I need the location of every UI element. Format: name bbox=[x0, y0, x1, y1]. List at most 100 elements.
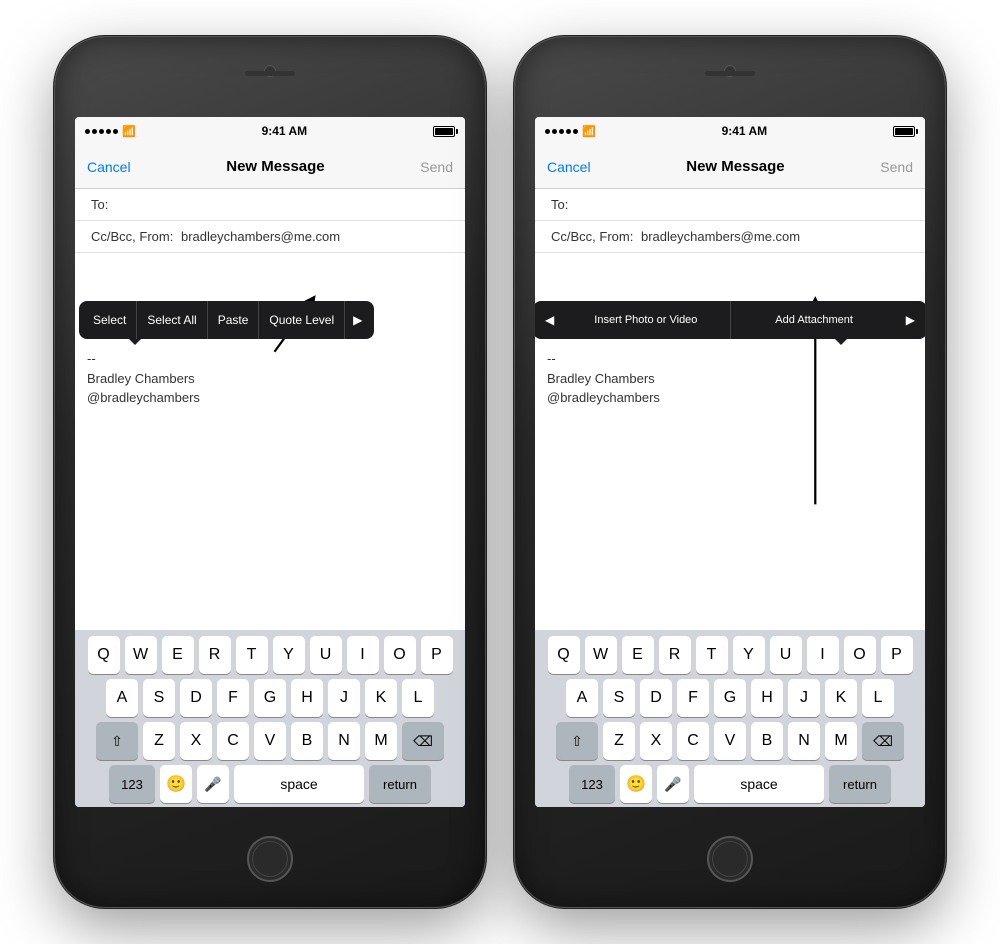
key-space2[interactable]: space bbox=[694, 765, 824, 803]
key-123-2[interactable]: 123 bbox=[569, 765, 615, 803]
key-emoji[interactable]: 🙂 bbox=[160, 765, 192, 803]
key-j2[interactable]: J bbox=[788, 679, 820, 717]
key-j[interactable]: J bbox=[328, 679, 360, 717]
cancel-button-2[interactable]: Cancel bbox=[547, 159, 591, 175]
key-v[interactable]: V bbox=[254, 722, 286, 760]
menu-arrow-right-btn[interactable]: ▶ bbox=[898, 301, 923, 339]
key-d2[interactable]: D bbox=[640, 679, 672, 717]
key-shift[interactable]: ⇧ bbox=[96, 722, 138, 760]
paste-btn[interactable]: Paste bbox=[208, 301, 260, 339]
to-label-2: To: bbox=[551, 197, 568, 212]
key-y[interactable]: Y bbox=[273, 636, 305, 674]
key-v2[interactable]: V bbox=[714, 722, 746, 760]
key-mic2[interactable]: 🎤 bbox=[657, 765, 689, 803]
key-c[interactable]: C bbox=[217, 722, 249, 760]
key-c2[interactable]: C bbox=[677, 722, 709, 760]
key-z2[interactable]: Z bbox=[603, 722, 635, 760]
key-u2[interactable]: U bbox=[770, 636, 802, 674]
key-o2[interactable]: O bbox=[844, 636, 876, 674]
signature-1: -- Bradley Chambers @bradleychambers bbox=[87, 349, 453, 408]
key-a[interactable]: A bbox=[106, 679, 138, 717]
key-return2[interactable]: return bbox=[829, 765, 891, 803]
key-space[interactable]: space bbox=[234, 765, 364, 803]
key-f2[interactable]: F bbox=[677, 679, 709, 717]
add-attachment-btn[interactable]: Add Attachment bbox=[731, 301, 898, 339]
key-row-1: Q W E R T Y U I O P bbox=[79, 636, 461, 674]
key-q2[interactable]: Q bbox=[548, 636, 580, 674]
compose-area-2[interactable]: ◀ Insert Photo or Video Add Attachment ▶… bbox=[535, 253, 925, 630]
key-x2[interactable]: X bbox=[640, 722, 672, 760]
key-k2[interactable]: K bbox=[825, 679, 857, 717]
insert-photo-btn[interactable]: Insert Photo or Video bbox=[562, 301, 730, 339]
key-s[interactable]: S bbox=[143, 679, 175, 717]
key-m2[interactable]: M bbox=[825, 722, 857, 760]
key-n[interactable]: N bbox=[328, 722, 360, 760]
key-s2[interactable]: S bbox=[603, 679, 635, 717]
key-f[interactable]: F bbox=[217, 679, 249, 717]
compose-area-1[interactable]: Select Select All Paste Quote Level ▶ --… bbox=[75, 253, 465, 630]
sig-dash-2: -- bbox=[547, 349, 913, 369]
key-x[interactable]: X bbox=[180, 722, 212, 760]
key-a2[interactable]: A bbox=[566, 679, 598, 717]
menu-arrow-btn[interactable]: ▶ bbox=[345, 301, 370, 339]
key-w2[interactable]: W bbox=[585, 636, 617, 674]
key-w[interactable]: W bbox=[125, 636, 157, 674]
key-return[interactable]: return bbox=[369, 765, 431, 803]
key-o[interactable]: O bbox=[384, 636, 416, 674]
key-n2[interactable]: N bbox=[788, 722, 820, 760]
key-e2[interactable]: E bbox=[622, 636, 654, 674]
quote-level-btn[interactable]: Quote Level bbox=[259, 301, 345, 339]
key-z[interactable]: Z bbox=[143, 722, 175, 760]
home-button-2[interactable] bbox=[707, 836, 753, 882]
from-row-2[interactable]: Cc/Bcc, From: bradleychambers@me.com bbox=[535, 221, 925, 253]
key-emoji2[interactable]: 🙂 bbox=[620, 765, 652, 803]
key-e[interactable]: E bbox=[162, 636, 194, 674]
key-r[interactable]: R bbox=[199, 636, 231, 674]
key-l[interactable]: L bbox=[402, 679, 434, 717]
key-d[interactable]: D bbox=[180, 679, 212, 717]
to-row-1[interactable]: To: bbox=[75, 189, 465, 221]
key-mic[interactable]: 🎤 bbox=[197, 765, 229, 803]
key-i2[interactable]: I bbox=[807, 636, 839, 674]
key-t2[interactable]: T bbox=[696, 636, 728, 674]
key-g2[interactable]: G bbox=[714, 679, 746, 717]
battery-1 bbox=[433, 126, 455, 137]
key-b2[interactable]: B bbox=[751, 722, 783, 760]
key-g[interactable]: G bbox=[254, 679, 286, 717]
key-t[interactable]: T bbox=[236, 636, 268, 674]
wifi-icon-1: 📶 bbox=[122, 125, 136, 138]
send-button-1[interactable]: Send bbox=[420, 159, 453, 175]
key-delete[interactable]: ⌫ bbox=[402, 722, 444, 760]
cancel-button-1[interactable]: Cancel bbox=[87, 159, 131, 175]
select-btn[interactable]: Select bbox=[83, 301, 137, 339]
home-button-1[interactable] bbox=[247, 836, 293, 882]
key-m[interactable]: M bbox=[365, 722, 397, 760]
key-h[interactable]: H bbox=[291, 679, 323, 717]
key-delete2[interactable]: ⌫ bbox=[862, 722, 904, 760]
key-p2[interactable]: P bbox=[881, 636, 913, 674]
menu-arrow-left-btn[interactable]: ◀ bbox=[537, 301, 562, 339]
key-q[interactable]: Q bbox=[88, 636, 120, 674]
key-r2[interactable]: R bbox=[659, 636, 691, 674]
key-u[interactable]: U bbox=[310, 636, 342, 674]
sig-name-1: Bradley Chambers bbox=[87, 369, 453, 389]
ccbcc-label-1: Cc/Bcc, From: bbox=[91, 229, 173, 244]
keyboard-1: Q W E R T Y U I O P A S D F G H bbox=[75, 630, 465, 807]
phone-body-1: 📶 9:41 AM Cancel New Message Send To: bbox=[55, 37, 485, 907]
key-y2[interactable]: Y bbox=[733, 636, 765, 674]
send-button-2[interactable]: Send bbox=[880, 159, 913, 175]
select-all-btn[interactable]: Select All bbox=[137, 301, 207, 339]
key-123[interactable]: 123 bbox=[109, 765, 155, 803]
ccbcc-label-2: Cc/Bcc, From: bbox=[551, 229, 633, 244]
key-p[interactable]: P bbox=[421, 636, 453, 674]
email-fields-1: To: Cc/Bcc, From: bradleychambers@me.com bbox=[75, 189, 465, 253]
key-l2[interactable]: L bbox=[862, 679, 894, 717]
key-shift2[interactable]: ⇧ bbox=[556, 722, 598, 760]
key-i[interactable]: I bbox=[347, 636, 379, 674]
key-k[interactable]: K bbox=[365, 679, 397, 717]
key-b[interactable]: B bbox=[291, 722, 323, 760]
phone-body-2: 📶 9:41 AM Cancel New Message Send To: bbox=[515, 37, 945, 907]
from-row-1[interactable]: Cc/Bcc, From: bradleychambers@me.com bbox=[75, 221, 465, 253]
to-row-2[interactable]: To: bbox=[535, 189, 925, 221]
key-h2[interactable]: H bbox=[751, 679, 783, 717]
